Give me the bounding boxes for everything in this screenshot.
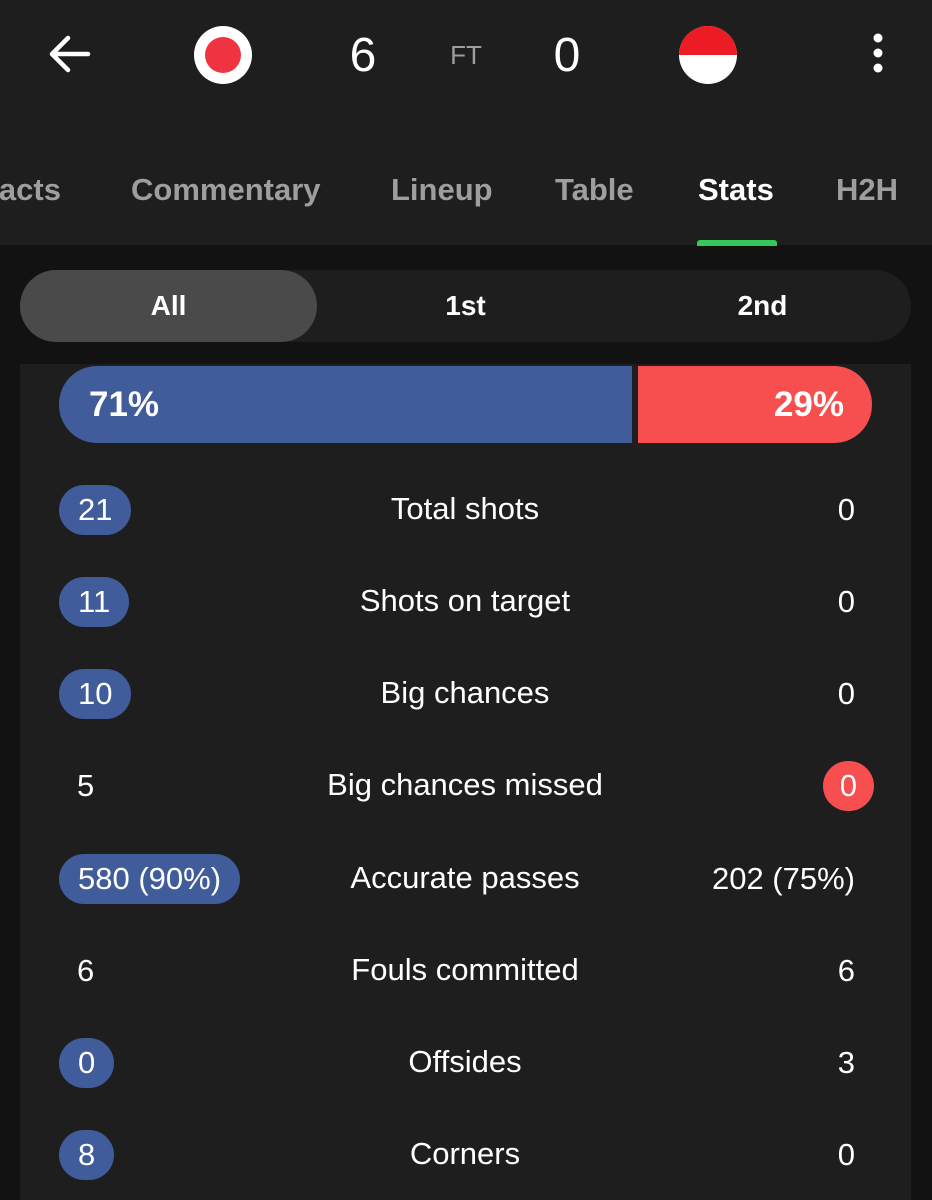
tab-table[interactable]: Table xyxy=(555,160,634,220)
stat-home-value: 5 xyxy=(77,768,95,803)
stat-away-value: 0 xyxy=(822,761,874,811)
tab-lineup[interactable]: Lineup xyxy=(391,160,493,220)
stat-away-value: 0 xyxy=(837,1137,855,1172)
stat-label: Offsides xyxy=(408,1044,522,1079)
stat-row: 6 Fouls committed 6 xyxy=(20,940,911,1000)
arrow-left-icon xyxy=(49,35,91,73)
stat-row: 11 Shots on target 0 xyxy=(20,571,911,631)
active-tab-indicator xyxy=(697,240,777,246)
stat-home-value: 0 xyxy=(59,1038,115,1088)
tab-commentary[interactable]: Commentary xyxy=(131,160,321,220)
possession-away-segment: 29% xyxy=(638,366,872,443)
match-status: FT xyxy=(450,40,482,70)
stat-row: 5 Big chances missed 0 xyxy=(20,755,911,815)
stat-row: 8 Corners 0 xyxy=(20,1124,911,1184)
stat-home-value: 580 (90%) xyxy=(59,854,241,904)
stat-label: Shots on target xyxy=(359,583,571,618)
stat-label: Accurate passes xyxy=(350,860,580,895)
more-vertical-icon xyxy=(873,33,883,73)
possession-away-value: 29% xyxy=(773,385,844,424)
period-selector: All 1st 2nd xyxy=(20,270,911,342)
stat-away-value: 0 xyxy=(837,676,855,711)
tab-h2h[interactable]: H2H xyxy=(836,160,898,220)
stat-home-value: 6 xyxy=(77,953,95,988)
stat-row: 0 Offsides 3 xyxy=(20,1032,911,1092)
stat-row: 580 (90%) Accurate passes 202 (75%) xyxy=(20,848,911,908)
stats-card: 71% 29% 21 Total shots 0 11 Shots on tar… xyxy=(20,364,911,1200)
possession-bar: 71% 29% xyxy=(59,366,872,443)
stat-label: Total shots xyxy=(390,491,540,526)
stat-away-value: 0 xyxy=(837,492,855,527)
stat-label: Big chances xyxy=(380,675,550,710)
possession-home-value: 71% xyxy=(89,385,160,424)
stat-label: Fouls committed xyxy=(351,952,579,987)
stat-label: Corners xyxy=(409,1136,521,1171)
stat-home-value: 10 xyxy=(59,669,132,719)
period-2nd[interactable]: 2nd xyxy=(614,270,911,342)
match-tabs: Facts Commentary Lineup Table Stats H2H xyxy=(0,160,932,220)
stat-home-value: 21 xyxy=(59,485,132,535)
possession-home-segment: 71% xyxy=(59,366,632,443)
stat-away-value: 202 (75%) xyxy=(711,861,855,896)
back-button[interactable] xyxy=(44,28,96,80)
match-header: 6 FT 0 Facts Commentary Lineup Table Sta… xyxy=(0,0,932,246)
stat-row: 10 Big chances 0 xyxy=(20,663,911,723)
home-team-logo[interactable] xyxy=(194,26,252,84)
stat-label: Big chances missed xyxy=(327,767,603,802)
stat-away-value: 0 xyxy=(837,584,855,619)
stat-away-value: 6 xyxy=(837,953,855,988)
stat-row: 21 Total shots 0 xyxy=(20,479,911,539)
tab-facts[interactable]: Facts xyxy=(0,160,61,220)
tab-stats[interactable]: Stats xyxy=(698,160,774,220)
away-team-logo[interactable] xyxy=(679,26,737,84)
home-score: 6 xyxy=(349,29,377,82)
stat-home-value: 11 xyxy=(59,577,130,627)
period-1st[interactable]: 1st xyxy=(317,270,614,342)
more-options-button[interactable] xyxy=(858,28,898,80)
stat-away-value: 3 xyxy=(837,1045,855,1080)
stat-home-value: 8 xyxy=(59,1130,115,1180)
period-all[interactable]: All xyxy=(20,270,317,342)
away-score: 0 xyxy=(553,29,581,82)
